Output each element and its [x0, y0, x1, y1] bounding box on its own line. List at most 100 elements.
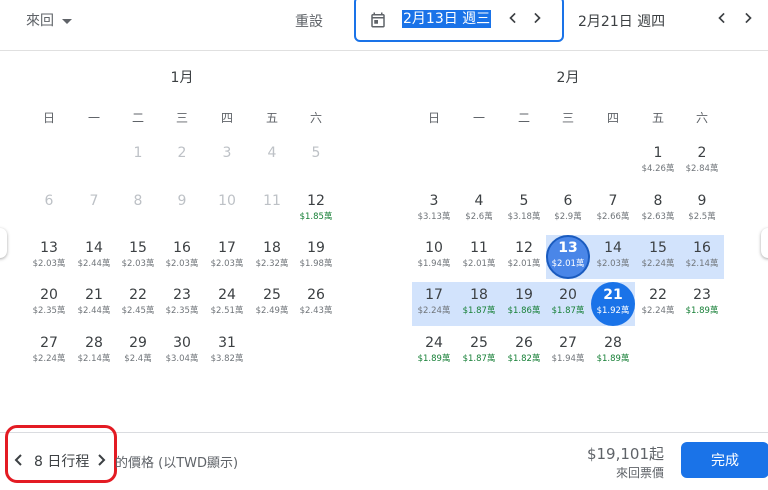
return-date-field[interactable]: 2月21日 週四 [578, 11, 665, 31]
day-number: 27 [559, 335, 577, 351]
calendar-day[interactable]: 30 $3.04萬 [160, 330, 204, 374]
return-next-button[interactable] [738, 8, 758, 28]
calendar-day[interactable]: 19 $1.86萬 [502, 282, 546, 326]
selected-date-start[interactable]: 13 $2.01萬 [546, 235, 590, 279]
calendar-day[interactable]: 1 $4.26萬 [636, 140, 680, 184]
day-number: 6 [44, 193, 54, 209]
calendar-day[interactable]: 12 $1.85萬 [294, 188, 338, 232]
calendar-day[interactable]: 9 $2.5萬 [680, 188, 724, 232]
calendar-day[interactable]: 11 $2.01萬 [457, 235, 501, 279]
weekday-label: 五 [265, 111, 278, 125]
calendar-day[interactable]: 18 $2.32萬 [250, 235, 294, 279]
calendar-day[interactable]: 24 $1.89萬 [412, 330, 456, 374]
departure-prev-button[interactable] [503, 8, 523, 28]
day-number: 23 [693, 287, 711, 303]
departure-next-button[interactable] [527, 8, 547, 28]
return-prev-button[interactable] [712, 8, 732, 28]
day-number: 8 [133, 193, 143, 209]
day-number: 22 [649, 287, 667, 303]
chevron-left-icon [718, 12, 725, 24]
day-number: 19 [307, 240, 325, 256]
calendar-day[interactable]: 2 $2.84萬 [680, 140, 724, 184]
selected-date-end[interactable]: 21 $1.92萬 [591, 282, 635, 326]
calendar-day[interactable]: 26 $1.82萬 [502, 330, 546, 374]
calendar-day[interactable]: 23 $2.35萬 [160, 282, 204, 326]
calendar-day[interactable]: 19 $1.98萬 [294, 235, 338, 279]
calendar-day[interactable]: 14 $2.03萬 [591, 235, 635, 279]
calendar-day[interactable]: 14 $2.44萬 [72, 235, 116, 279]
done-button[interactable]: 完成 [681, 442, 768, 478]
trip-type-select[interactable]: 來回 [26, 10, 72, 30]
calendar-day[interactable]: 22 $2.45萬 [116, 282, 160, 326]
calendar-day[interactable]: 28 $2.14萬 [72, 330, 116, 374]
calendar-day[interactable]: 22 $2.24萬 [636, 282, 680, 326]
calendar-day[interactable]: 6 $2.9萬 [546, 188, 590, 232]
calendar-day[interactable]: 25 $1.87萬 [457, 330, 501, 374]
calendar-day[interactable]: 3 $3.13萬 [412, 188, 456, 232]
calendar-day[interactable]: 10 $1.94萬 [412, 235, 456, 279]
calendar-day[interactable]: 18 $1.87萬 [457, 282, 501, 326]
day-number: 5 [311, 145, 321, 161]
scroll-left-handle[interactable] [0, 228, 7, 258]
day-number: 10 [425, 240, 443, 256]
date-picker-header: 來回 重設 2月13日 週三 2月21日 週四 [0, 0, 768, 44]
calendar-day[interactable]: 16 $2.03萬 [160, 235, 204, 279]
reset-button[interactable]: 重設 [295, 11, 323, 31]
calendar-day[interactable]: 7 $2.66萬 [591, 188, 635, 232]
month-title: 1月 [170, 70, 194, 86]
weekday-label: 日 [427, 111, 440, 125]
day-number: 4 [267, 145, 277, 161]
calendar-day[interactable]: 26 $2.43萬 [294, 282, 338, 326]
calendar-icon [371, 12, 385, 28]
day-price: $2.43萬 [299, 306, 333, 316]
day-number: 1 [133, 145, 143, 161]
day-number: 9 [697, 193, 707, 209]
calendar-day[interactable]: 25 $2.49萬 [250, 282, 294, 326]
calendar-day[interactable]: 24 $2.51萬 [205, 282, 249, 326]
day-price: $1.85萬 [299, 212, 333, 222]
departure-date-value[interactable]: 2月13日 週三 [402, 10, 492, 28]
day-number: 2 [697, 145, 707, 161]
calendar-day[interactable]: 29 $2.4萬 [116, 330, 160, 374]
day-number: 2 [177, 145, 187, 161]
calendar-day[interactable]: 23 $1.89萬 [680, 282, 724, 326]
day-number: 22 [129, 287, 147, 303]
scroll-right-handle[interactable] [761, 228, 768, 258]
weekday-label: 四 [220, 111, 233, 125]
calendar-day[interactable]: 21 $2.44萬 [72, 282, 116, 326]
day-number: 17 [425, 287, 443, 303]
calendar-day: 10 [205, 188, 249, 232]
calendar-day[interactable]: 20 $1.87萬 [546, 282, 590, 326]
duration-increase-button[interactable] [94, 452, 108, 468]
calendar-day[interactable]: 4 $2.6萬 [457, 188, 501, 232]
duration-decrease-button[interactable] [12, 452, 26, 468]
day-number: 16 [173, 240, 191, 256]
day-price: $1.89萬 [596, 354, 630, 364]
day-number: 29 [129, 335, 147, 351]
calendar-day[interactable]: 27 $1.94萬 [546, 330, 590, 374]
weekday-label: 二 [131, 111, 144, 125]
day-price: $2.84萬 [685, 164, 719, 174]
calendar-day[interactable]: 12 $2.01萬 [502, 235, 546, 279]
calendar-day[interactable]: 13 $2.03萬 [27, 235, 71, 279]
calendar-day[interactable]: 8 $2.63萬 [636, 188, 680, 232]
calendar-day: 6 [27, 188, 71, 232]
calendar-day[interactable]: 16 $2.14萬 [680, 235, 724, 279]
day-price: $3.82萬 [210, 354, 244, 364]
chevron-right-icon [534, 12, 541, 24]
calendar-day[interactable]: 17 $2.03萬 [205, 235, 249, 279]
day-number: 16 [693, 240, 711, 256]
calendar-day[interactable]: 27 $2.24萬 [27, 330, 71, 374]
calendar-day[interactable]: 28 $1.89萬 [591, 330, 635, 374]
calendar-day[interactable]: 15 $2.03萬 [116, 235, 160, 279]
calendar-day[interactable]: 17 $2.24萬 [412, 282, 456, 326]
day-number: 28 [85, 335, 103, 351]
day-number: 12 [307, 193, 325, 209]
calendar-day[interactable]: 15 $2.24萬 [636, 235, 680, 279]
day-price: $1.98萬 [299, 259, 333, 269]
day-number: 12 [515, 240, 533, 256]
calendar-day[interactable]: 20 $2.35萬 [27, 282, 71, 326]
calendar-day[interactable]: 31 $3.82萬 [205, 330, 249, 374]
month-title: 2月 [556, 70, 580, 86]
calendar-day[interactable]: 5 $3.18萬 [502, 188, 546, 232]
